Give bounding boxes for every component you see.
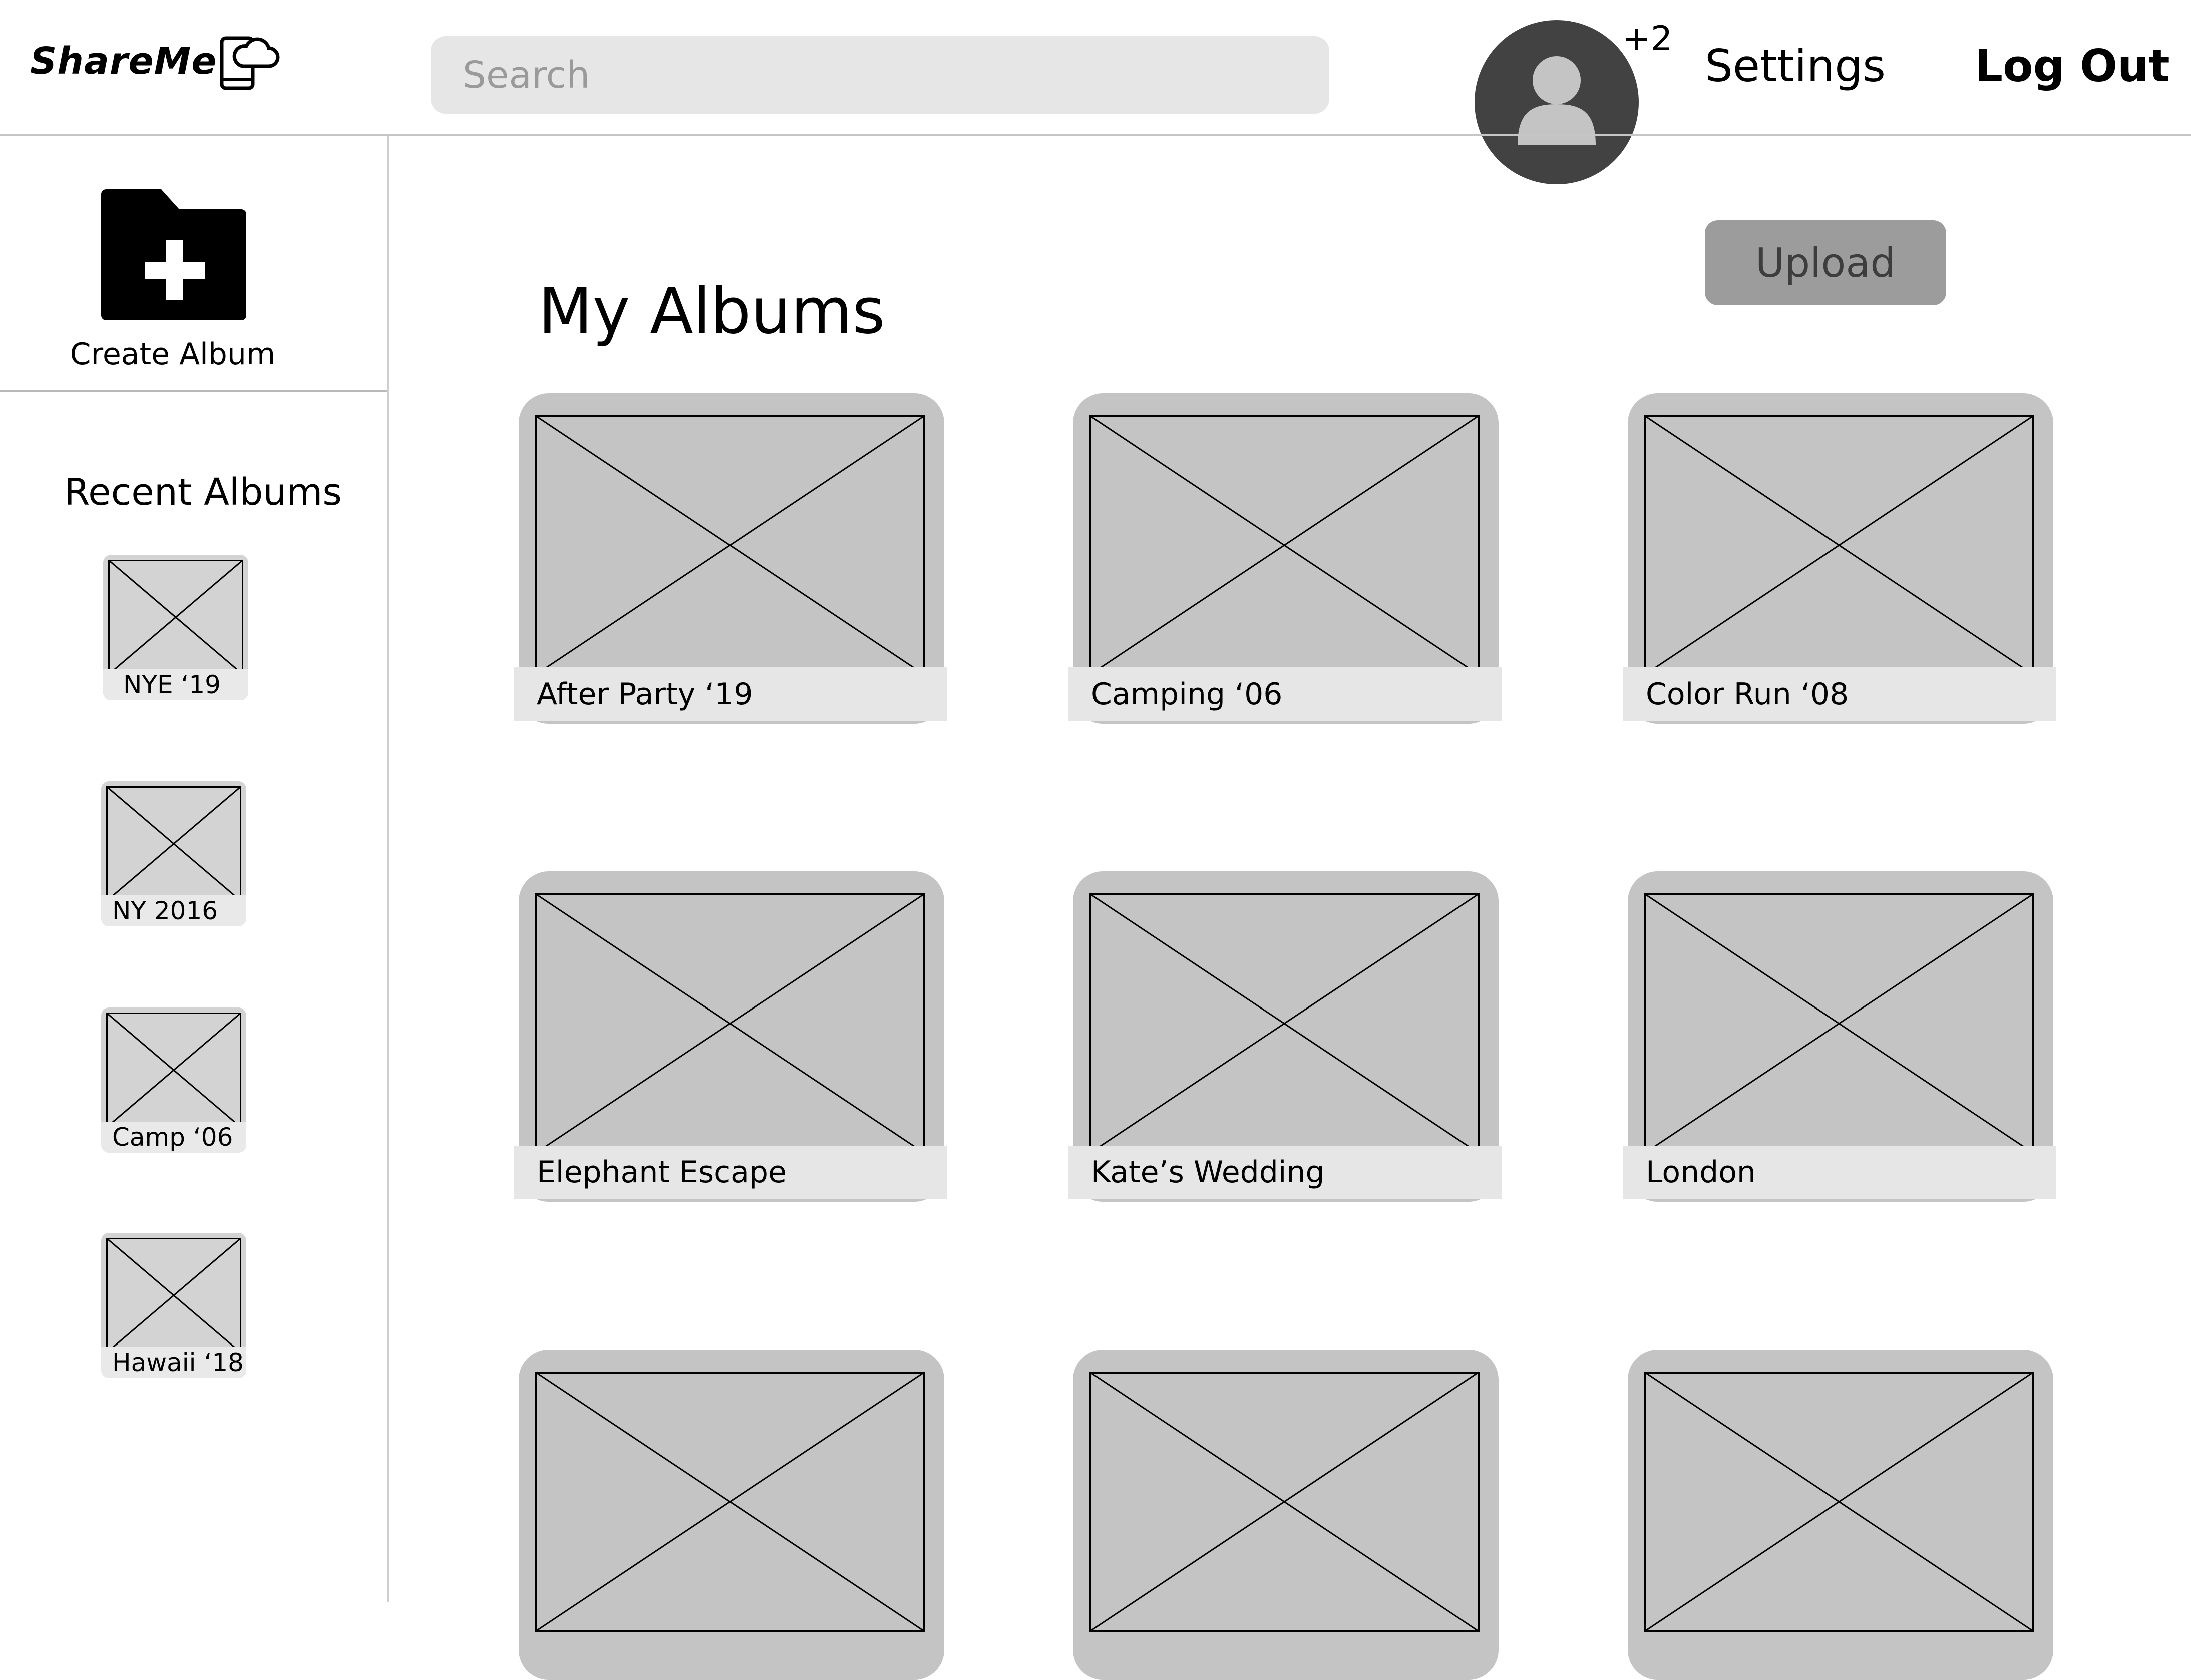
album-title: Elephant Escape bbox=[514, 1146, 947, 1199]
recent-album-label: Camp ‘06 bbox=[101, 1122, 246, 1153]
notification-count: +2 bbox=[1622, 19, 1673, 59]
phone-cloud-icon bbox=[220, 36, 280, 90]
sidebar-section-divider bbox=[0, 390, 387, 392]
image-placeholder-icon bbox=[1089, 893, 1480, 1154]
album-title: Kate’s Wedding bbox=[1068, 1146, 1502, 1199]
image-placeholder-icon bbox=[535, 893, 925, 1154]
user-avatar[interactable] bbox=[1475, 20, 1639, 184]
album-card[interactable] bbox=[1628, 1350, 2053, 1680]
image-placeholder-icon bbox=[1644, 415, 2034, 676]
recent-album-label: Hawaii ‘18 bbox=[101, 1347, 246, 1378]
image-placeholder-icon bbox=[1089, 1372, 1480, 1632]
recent-album-item[interactable]: NYE ‘19 bbox=[103, 555, 248, 700]
album-thumbnail bbox=[1073, 1350, 1499, 1680]
settings-link[interactable]: Settings bbox=[1705, 40, 1886, 92]
recent-album-item[interactable]: NY 2016 bbox=[101, 781, 246, 926]
album-thumbnail bbox=[1628, 1350, 2053, 1680]
recent-album-label: NY 2016 bbox=[101, 895, 246, 926]
page-title: My Albums bbox=[538, 274, 885, 348]
album-thumbnail bbox=[519, 1350, 944, 1680]
recent-album-item[interactable]: Hawaii ‘18 bbox=[101, 1233, 246, 1378]
album-title: London bbox=[1623, 1146, 2056, 1199]
image-placeholder-icon bbox=[1644, 1372, 2034, 1632]
image-placeholder-icon bbox=[1644, 893, 2034, 1154]
folder-plus-icon bbox=[101, 189, 246, 320]
user-avatar-icon bbox=[1518, 56, 1596, 145]
album-card[interactable]: After Party ‘19 bbox=[514, 393, 947, 724]
album-card[interactable] bbox=[519, 1350, 944, 1680]
album-card[interactable]: Kate’s Wedding bbox=[1068, 871, 1502, 1202]
image-placeholder-icon bbox=[1089, 415, 1480, 676]
image-placeholder-icon bbox=[535, 415, 925, 676]
recent-album-label: NYE ‘19 bbox=[103, 669, 248, 700]
app-logo[interactable]: ShareMe bbox=[30, 31, 282, 91]
image-placeholder-icon bbox=[108, 560, 243, 675]
album-card[interactable] bbox=[1073, 1350, 1499, 1680]
album-card[interactable]: Elephant Escape bbox=[514, 871, 947, 1202]
upload-button[interactable]: Upload bbox=[1705, 220, 1946, 305]
recent-album-item[interactable]: Camp ‘06 bbox=[101, 1007, 246, 1153]
album-title: Color Run ‘08 bbox=[1623, 667, 2056, 721]
sidebar-divider bbox=[387, 136, 389, 1602]
image-placeholder-icon bbox=[535, 1372, 925, 1632]
recent-albums-heading: Recent Albums bbox=[64, 471, 342, 514]
album-card[interactable]: Camping ‘06 bbox=[1068, 393, 1502, 724]
search-input[interactable] bbox=[431, 36, 1329, 114]
logout-link[interactable]: Log Out bbox=[1975, 40, 2170, 92]
album-title: After Party ‘19 bbox=[514, 667, 947, 721]
album-card[interactable]: Color Run ‘08 bbox=[1623, 393, 2056, 724]
create-album-label: Create Album bbox=[70, 337, 276, 372]
image-placeholder-icon bbox=[106, 1013, 241, 1128]
album-card[interactable]: London bbox=[1623, 871, 2056, 1202]
image-placeholder-icon bbox=[106, 786, 241, 901]
image-placeholder-icon bbox=[106, 1238, 241, 1353]
album-title: Camping ‘06 bbox=[1068, 667, 1502, 721]
brand-name: ShareMe bbox=[30, 40, 217, 83]
